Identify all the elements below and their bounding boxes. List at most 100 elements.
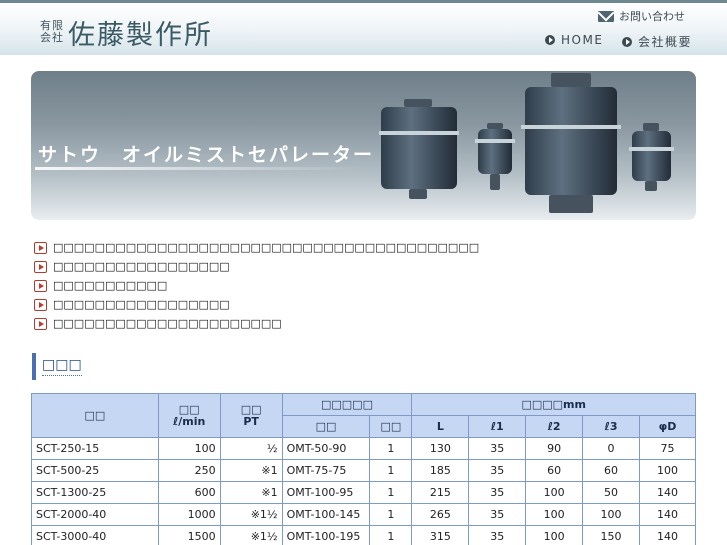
cell-dim-l: 215 xyxy=(411,481,470,504)
table-row: SCT-500-25 250 ※1 OMT-75-75 1 185 35 60 … xyxy=(31,459,696,482)
list-item: □□□□□□□□□□□□□□□□□□□□□□□□□□□□□□□□□□□□□□□□… xyxy=(34,238,479,257)
banner-title: サトウ オイルミストセパレーター xyxy=(38,144,375,166)
arrow-right-icon xyxy=(34,260,47,273)
cell-dim-l1: 35 xyxy=(468,525,527,545)
list-item: □□□□□□□□□□□□□□□□□ xyxy=(34,257,479,276)
cell-pt: ※1 xyxy=(219,459,283,482)
cell-model: SCT-3000-40 xyxy=(31,525,159,545)
logo-company-name: 佐藤製作所 xyxy=(68,19,213,51)
nav-company-link[interactable]: 会社概要 xyxy=(622,33,692,50)
banner-underline xyxy=(35,167,360,170)
list-item-text: □□□□□□□□□□□□□□□□□ xyxy=(53,298,230,311)
cell-pt: ※1 xyxy=(219,481,283,504)
arrow-right-icon xyxy=(34,298,47,311)
contact-label: お問い合わせ xyxy=(619,10,685,23)
cell-dim-l3: 150 xyxy=(582,525,640,545)
logo-company-type: 有限 会社 xyxy=(40,20,64,44)
company-logo[interactable]: 有限 会社 佐藤製作所 xyxy=(40,15,213,51)
cell-model: SCT-500-25 xyxy=(31,459,159,482)
table-row: SCT-1300-25 600 ※1 OMT-100-95 1 215 35 1… xyxy=(31,481,696,504)
spec-table: □□ □□ ℓ/min □□ PT □□□□□ □□□□mm □□ □□ L ℓ1 … xyxy=(31,393,696,545)
cell-dim-l2: 90 xyxy=(525,437,584,460)
cell-dim-d: 75 xyxy=(639,437,696,460)
table-row: SCT-250-15 100 ½ OMT-50-90 1 130 35 90 0… xyxy=(31,437,696,460)
header-flow: □□ ℓ/min xyxy=(157,393,221,438)
cell-element-qty: 1 xyxy=(369,481,413,504)
header-model: □□ xyxy=(31,393,159,438)
arrow-circle-icon xyxy=(545,35,555,45)
cell-dim-l: 265 xyxy=(411,503,470,526)
header-element-model: □□ xyxy=(281,415,371,438)
product-image-separator-tall xyxy=(629,123,674,193)
list-item-text: □□□□□□□□□□□□□□□□□□□□□□□□□□□□□□□□□□□□□□□□… xyxy=(53,241,480,254)
cell-flow: 250 xyxy=(157,459,221,482)
header-dim-l2: ℓ2 xyxy=(525,415,584,438)
list-item-text: □□□□□□□□□□□□□□□□□ xyxy=(53,260,230,273)
logo-small-bottom: 会社 xyxy=(40,31,64,44)
cell-element-model: OMT-100-195 xyxy=(281,525,371,545)
section-title: □□□ xyxy=(42,357,82,376)
cell-dim-d: 140 xyxy=(639,481,696,504)
header-dim-l: L xyxy=(411,415,470,438)
cell-dim-d: 100 xyxy=(639,459,696,482)
section-accent-bar xyxy=(32,353,36,380)
cell-dim-l: 315 xyxy=(411,525,470,545)
cell-element-model: OMT-100-145 xyxy=(281,503,371,526)
cell-dim-l1: 35 xyxy=(468,437,527,460)
cell-dim-d: 140 xyxy=(639,503,696,526)
cell-dim-l2: 100 xyxy=(525,525,584,545)
cell-element-qty: 1 xyxy=(369,459,413,482)
header-dim-l1: ℓ1 xyxy=(468,415,527,438)
nav-home-label: HOME xyxy=(561,33,604,47)
header-element-qty: □□ xyxy=(369,415,413,438)
list-item-text: □□□□□□□□□□□□□□□□□□□□□□ xyxy=(53,317,282,330)
product-image-separator-large xyxy=(521,71,621,216)
arrow-right-icon xyxy=(34,279,47,292)
cell-dim-l3: 100 xyxy=(582,503,640,526)
cell-pt: ※1½ xyxy=(219,503,283,526)
cell-element-qty: 1 xyxy=(369,525,413,545)
arrow-circle-icon xyxy=(622,36,632,47)
header-dimensions-group: □□□□mm xyxy=(411,393,696,416)
cell-model: SCT-250-15 xyxy=(31,437,159,460)
arrow-right-icon xyxy=(34,317,47,330)
cell-element-model: OMT-50-90 xyxy=(281,437,371,460)
contact-link[interactable]: お問い合わせ xyxy=(598,8,685,24)
cell-dim-l2: 60 xyxy=(525,459,584,482)
cell-dim-d: 140 xyxy=(639,525,696,545)
cell-pt: ½ xyxy=(219,437,283,460)
cell-element-qty: 1 xyxy=(369,503,413,526)
cell-dim-l2: 100 xyxy=(525,481,584,504)
header-dim-l3: ℓ3 xyxy=(582,415,640,438)
feature-list: □□□□□□□□□□□□□□□□□□□□□□□□□□□□□□□□□□□□□□□□… xyxy=(34,238,479,333)
cell-dim-l3: 50 xyxy=(582,481,640,504)
list-item: □□□□□□□□□□□ xyxy=(34,276,479,295)
list-item-text: □□□□□□□□□□□ xyxy=(53,279,168,292)
arrow-right-icon xyxy=(34,241,47,254)
header-element-group: □□□□□ xyxy=(281,393,413,416)
cell-pt: ※1½ xyxy=(219,525,283,545)
cell-dim-l2: 100 xyxy=(525,503,584,526)
cell-dim-l1: 35 xyxy=(468,503,527,526)
cell-element-model: OMT-100-95 xyxy=(281,481,371,504)
cell-element-model: OMT-75-75 xyxy=(281,459,371,482)
section-heading: □□□ xyxy=(32,353,82,380)
cell-element-qty: 1 xyxy=(369,437,413,460)
nav-company-label: 会社概要 xyxy=(638,35,693,49)
cell-model: SCT-1300-25 xyxy=(31,481,159,504)
cell-dim-l1: 35 xyxy=(468,481,527,504)
site-header: 有限 会社 佐藤製作所 お問い合わせ HOME 会社概要 xyxy=(0,0,727,55)
hero-banner: サトウ オイルミストセパレーター xyxy=(31,71,696,220)
header-pt: □□ PT xyxy=(219,393,283,438)
cell-flow: 1000 xyxy=(157,503,221,526)
table-row: SCT-3000-40 1500 ※1½ OMT-100-195 1 315 3… xyxy=(31,525,696,545)
cell-dim-l1: 35 xyxy=(468,459,527,482)
list-item: □□□□□□□□□□□□□□□□□□□□□□ xyxy=(34,314,479,333)
mail-icon xyxy=(598,10,614,22)
list-item: □□□□□□□□□□□□□□□□□ xyxy=(34,295,479,314)
nav-home-link[interactable]: HOME xyxy=(545,33,603,47)
header-dim-d: φD xyxy=(639,415,696,438)
cell-model: SCT-2000-40 xyxy=(31,503,159,526)
cell-dim-l: 185 xyxy=(411,459,470,482)
cell-flow: 600 xyxy=(157,481,221,504)
